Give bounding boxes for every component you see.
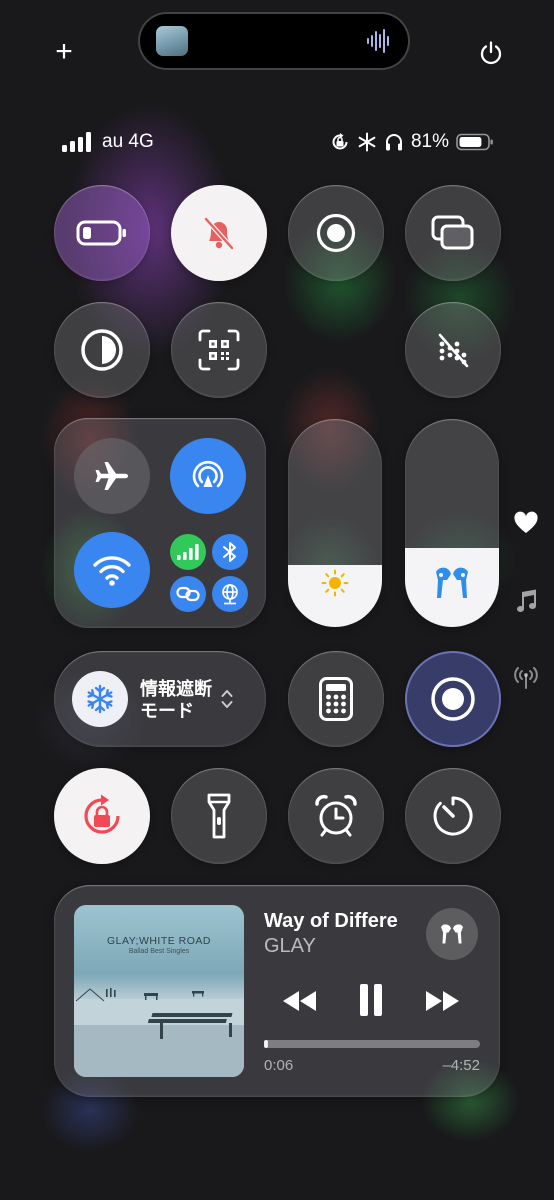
now-playing-thumbnail (156, 26, 188, 56)
screen-mirroring-icon (431, 215, 474, 250)
code-scanner-button[interactable] (171, 302, 267, 398)
focus-icon-circle (72, 671, 128, 727)
airpods-pro-icon (436, 567, 468, 598)
globe-network-icon (222, 584, 238, 605)
calculator-button[interactable] (288, 651, 384, 747)
focus-label: 情報遮断 モード (140, 678, 212, 722)
silent-mode-button[interactable] (171, 185, 267, 281)
artist-name: GLAY (264, 935, 316, 957)
record-icon (431, 677, 475, 721)
carrier-label: au 4G (102, 131, 154, 152)
nfc-slash-icon (438, 333, 469, 368)
waveform-icon (367, 29, 389, 53)
airplane-mode-button[interactable] (74, 438, 150, 514)
screen-record-button[interactable] (288, 185, 384, 281)
now-playing-module: GLAY;WHITE ROAD Ballad Best Singles Way … (54, 885, 500, 1097)
focus-mode-button[interactable]: 情報遮断 モード (54, 651, 266, 747)
battery-icon (456, 133, 493, 151)
low-power-mode-button[interactable] (54, 185, 150, 281)
cellular-data-button[interactable] (170, 534, 206, 570)
antenna-icon (514, 667, 538, 689)
cellular-bars-icon (177, 544, 199, 560)
elapsed-time: 0:06 (264, 1057, 294, 1074)
sun-icon (321, 569, 349, 597)
dark-mode-icon (81, 329, 123, 371)
song-title: Way of Differe (264, 910, 398, 932)
status-left: au 4G (62, 130, 154, 154)
bluetooth-button[interactable] (212, 534, 248, 570)
alarm-clock-icon (315, 794, 357, 837)
power-icon[interactable] (478, 40, 504, 66)
dark-mode-button[interactable] (54, 302, 150, 398)
next-track-button[interactable] (424, 989, 460, 1013)
headphones-icon (385, 134, 402, 151)
connectivity-module (54, 418, 266, 628)
airpods-icon (441, 924, 463, 944)
wifi-icon (93, 556, 131, 586)
snowflake-icon (358, 132, 376, 152)
playback-scrubber[interactable] (264, 1040, 480, 1048)
flashlight-button[interactable] (171, 768, 267, 864)
rotation-lock-icon (84, 794, 120, 834)
signal-bars-icon (62, 132, 91, 152)
calculator-icon (319, 677, 353, 721)
vpn-button[interactable] (212, 576, 248, 612)
status-right: 81% (330, 130, 494, 154)
personal-hotspot-button[interactable] (170, 576, 206, 612)
previous-track-button[interactable] (282, 989, 318, 1013)
album-artwork[interactable]: GLAY;WHITE ROAD Ballad Best Singles (74, 905, 244, 1077)
focus-label-line2: モード (140, 701, 194, 721)
brightness-slider[interactable] (288, 419, 382, 627)
alarm-button[interactable] (288, 768, 384, 864)
wifi-button[interactable] (74, 532, 150, 608)
add-control-button[interactable]: + (53, 37, 75, 67)
airplane-icon (95, 462, 128, 490)
airdrop-button[interactable] (170, 438, 246, 514)
link-icon (176, 586, 200, 602)
chevron-up-down-icon (221, 690, 233, 708)
album-artwork-subtitle: Ballad Best Singles (128, 948, 190, 955)
playback-progress-fill (264, 1040, 269, 1048)
volume-slider[interactable] (405, 419, 499, 627)
nfc-off-button[interactable] (405, 302, 501, 398)
timer-icon (433, 796, 473, 836)
qr-scanner-icon (198, 329, 240, 371)
battery-low-icon (76, 220, 126, 246)
bluetooth-icon (223, 542, 236, 562)
snowflake-icon (87, 684, 113, 714)
remaining-time: –4:52 (442, 1057, 480, 1074)
recording-button[interactable] (405, 651, 501, 747)
battery-percent-label: 81% (410, 131, 449, 152)
flashlight-icon (207, 793, 231, 839)
timer-button[interactable] (405, 768, 501, 864)
album-artwork-title: GLAY;WHITE ROAD (106, 935, 212, 947)
music-note-icon (517, 589, 536, 613)
screen-mirroring-button[interactable] (405, 185, 501, 281)
dynamic-island[interactable] (140, 14, 408, 68)
orientation-lock-icon (332, 133, 348, 150)
record-icon (316, 213, 356, 253)
rotation-lock-button[interactable] (54, 768, 150, 864)
pause-button[interactable] (358, 983, 384, 1017)
album-scene (74, 988, 244, 1077)
focus-label-line1: 情報遮断 (140, 679, 212, 699)
airdrop-icon (192, 460, 224, 488)
audio-output-button[interactable] (426, 908, 478, 960)
heart-icon (514, 511, 538, 533)
bell-slash-icon (204, 217, 234, 250)
